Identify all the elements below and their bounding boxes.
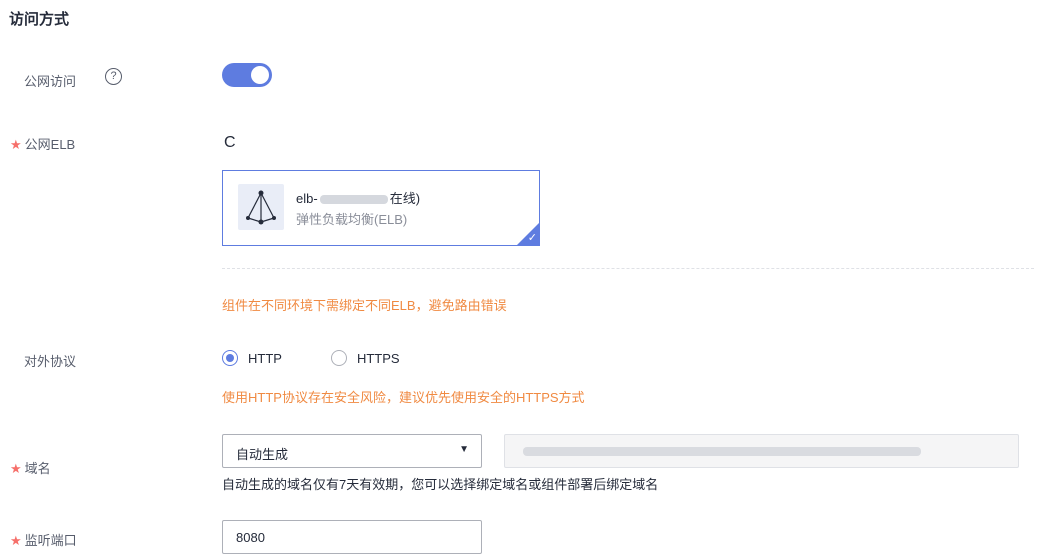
redacted-text: [319, 195, 388, 205]
select-value: 自动生成: [236, 447, 289, 462]
protocol-label: 对外协议: [24, 354, 77, 369]
required-mark: ★: [10, 137, 22, 152]
required-mark: ★: [10, 461, 22, 476]
public-access-toggle[interactable]: [222, 63, 272, 87]
required-mark: ★: [10, 533, 22, 548]
elb-name: elb- 在线): [296, 191, 421, 206]
divider: [222, 268, 1034, 269]
domain-type-select[interactable]: 自动生成 ▼: [222, 434, 482, 468]
toggle-knob: [251, 66, 269, 84]
port-value: 8080: [236, 530, 265, 545]
redacted-text: [523, 447, 921, 456]
refresh-icon[interactable]: C: [224, 134, 236, 152]
elb-type: 弹性负载均衡(ELB): [296, 212, 408, 227]
help-icon[interactable]: ?: [105, 68, 122, 85]
domain-label: ★ 域名: [10, 461, 51, 476]
radio-http[interactable]: [222, 350, 238, 366]
radio-https[interactable]: [330, 350, 347, 366]
domain-hint: 自动生成的域名仅有7天有效期，您可以选择绑定域名或组件部署后绑定域名: [222, 477, 659, 492]
elb-icon: [238, 184, 284, 230]
protocol-radio-group: HTTP HTTPS: [222, 350, 400, 366]
listen-port-input[interactable]: 8080: [222, 520, 482, 554]
check-icon: ✓: [527, 232, 537, 244]
elb-card[interactable]: elb- 在线) 弹性负载均衡(ELB) ✓: [222, 170, 540, 246]
public-access-label: 公网访问: [24, 74, 77, 89]
section-title: 访问方式: [9, 11, 70, 28]
elb-warning: 组件在不同环境下需绑定不同ELB，避免路由错误: [222, 298, 507, 313]
radio-https-label[interactable]: HTTPS: [357, 351, 400, 366]
public-elb-label: ★ 公网ELB: [10, 137, 76, 152]
radio-http-label[interactable]: HTTP: [248, 351, 282, 366]
domain-input[interactable]: [504, 434, 1019, 468]
caret-down-icon: ▼: [459, 444, 469, 455]
listen-port-label: ★ 监听端口: [10, 533, 77, 548]
protocol-warning: 使用HTTP协议存在安全风险，建议优先使用安全的HTTPS方式: [222, 390, 585, 405]
